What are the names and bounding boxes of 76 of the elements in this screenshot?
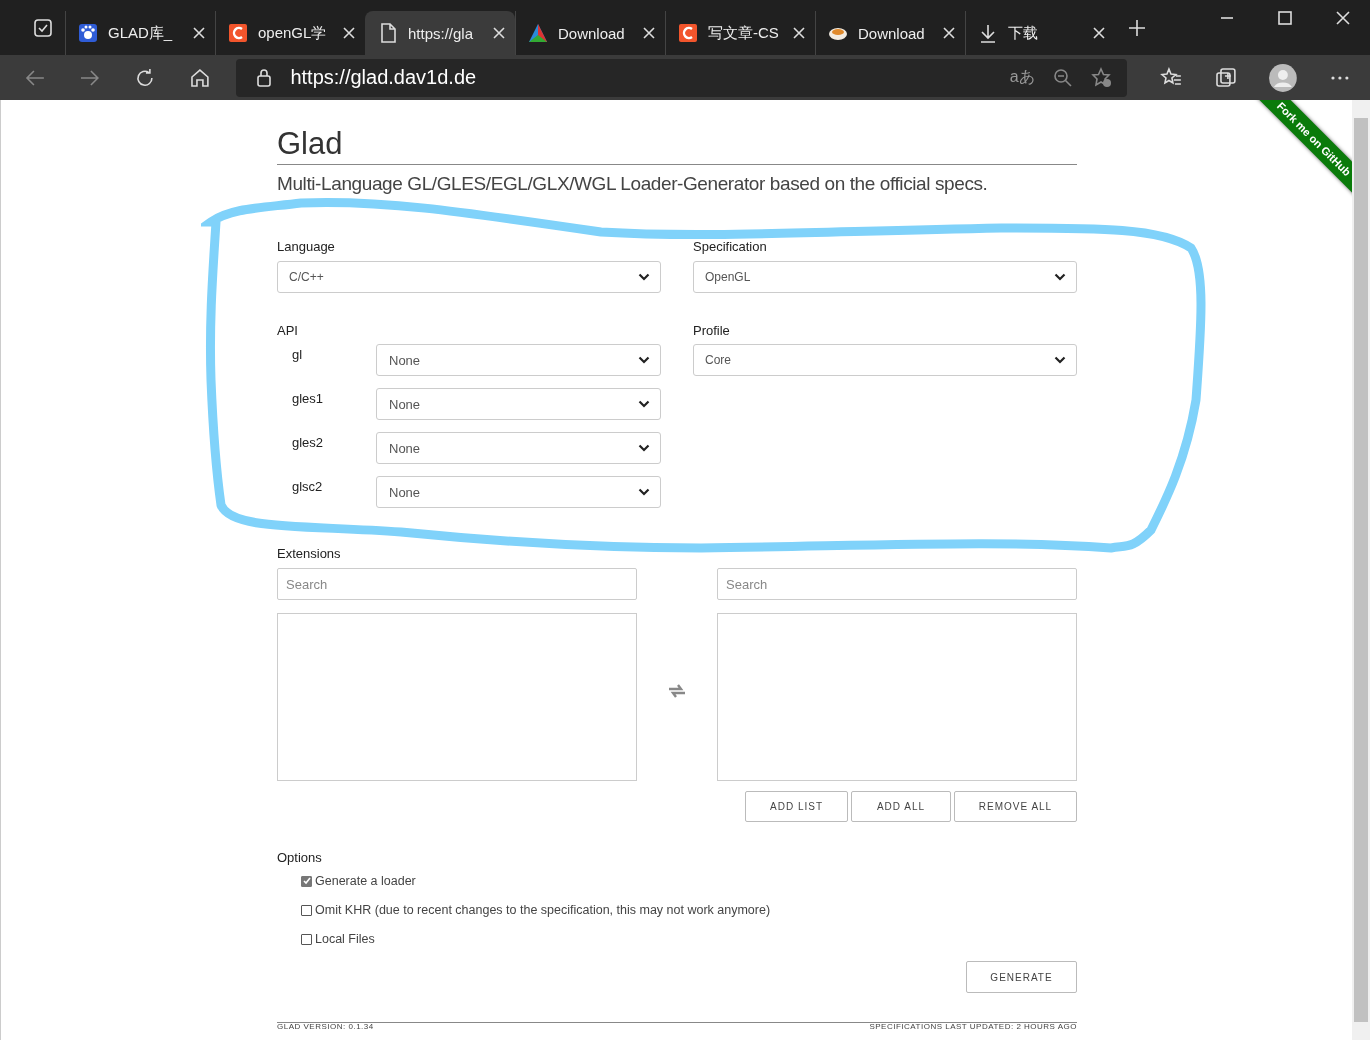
close-icon[interactable]	[1093, 27, 1105, 39]
chevron-icon	[638, 356, 650, 364]
checkbox[interactable]	[301, 933, 312, 945]
close-icon[interactable]	[643, 27, 655, 39]
translate-button[interactable]: aあ	[1009, 67, 1035, 88]
tab-actions-icon[interactable]	[33, 17, 53, 38]
scrollbar[interactable]	[1352, 100, 1370, 1040]
browser-tab[interactable]: https://gla	[365, 11, 515, 55]
add-favorite-icon[interactable]	[1090, 66, 1113, 89]
tab-title: 写文章-CS	[708, 23, 780, 43]
address-bar[interactable]: https://glad.dav1d.de aあ	[236, 58, 1127, 97]
field-label: Language	[277, 239, 336, 254]
api-label: gles2	[292, 435, 324, 450]
tab-title: Download	[858, 24, 926, 42]
close-icon[interactable]	[193, 27, 205, 39]
home-icon[interactable]	[188, 66, 211, 89]
search-field[interactable]: Search	[717, 568, 1077, 600]
dropdown[interactable]: None	[376, 344, 661, 376]
field-label: Extensions	[277, 546, 342, 561]
field-label: Options	[277, 850, 323, 865]
checkbox-label: Generate a loader	[315, 874, 416, 888]
close-icon[interactable]	[1336, 10, 1350, 25]
generate-button[interactable]: GENERATE	[966, 961, 1077, 993]
close-icon[interactable]	[793, 27, 805, 39]
chevron-icon	[638, 400, 650, 408]
triangle-icon	[528, 23, 548, 43]
chevron-icon	[638, 488, 650, 496]
field-label: Profile	[693, 323, 731, 338]
api-label: glsc2	[292, 479, 323, 494]
download-icon	[978, 23, 998, 43]
new-tab-icon[interactable]	[1127, 17, 1147, 38]
dropdown[interactable]: None	[376, 432, 661, 464]
collections-icon[interactable]	[1214, 66, 1237, 89]
close-icon[interactable]	[493, 27, 505, 39]
checkbox-label: Local Files	[315, 932, 375, 946]
chevron-icon	[638, 444, 650, 452]
field-label: Specification	[693, 239, 768, 254]
version-text: GLAD VERSION: 0.1.34	[277, 1023, 374, 1031]
swap-icon[interactable]	[667, 684, 687, 698]
chevron-icon	[638, 273, 650, 281]
lock-icon	[256, 68, 273, 87]
checkbox[interactable]	[301, 875, 312, 887]
search-field[interactable]: Search	[277, 568, 637, 600]
page-title: Glad	[277, 126, 1077, 165]
chevron-icon	[1054, 273, 1066, 281]
api-label: gles1	[292, 391, 324, 406]
tab-title: Download	[558, 24, 626, 42]
dropdown[interactable]: None	[376, 388, 661, 420]
c-logo-icon	[678, 23, 698, 43]
dropdown[interactable]: C/C++	[277, 261, 661, 293]
tab-title: https://gla	[408, 24, 475, 42]
maximize-icon[interactable]	[1278, 10, 1292, 25]
dropdown[interactable]: OpenGL	[693, 261, 1077, 293]
action-button[interactable]: ADD LIST	[745, 791, 848, 822]
tab-title: GLAD库_	[108, 23, 174, 43]
c-logo-icon	[228, 23, 248, 43]
tab-title: openGL学	[258, 23, 328, 43]
close-icon[interactable]	[943, 27, 955, 39]
tab-title: 下载	[1008, 23, 1039, 43]
action-button[interactable]: ADD ALL	[851, 791, 951, 822]
page-icon	[378, 23, 398, 43]
page-subtitle: Multi-Language GL/GLES/EGL/GLX/WGL Loader-Generator based on the official specs.	[277, 173, 989, 195]
checkbox-label: Omit KHR (due to recent changes to the specification, this may not work anymore)	[315, 903, 771, 917]
updated-text: SPECIFICATIONS LAST UPDATED: 2 HOURS AGO	[869, 1023, 1077, 1031]
action-button[interactable]: REMOVE ALL	[954, 791, 1077, 822]
dropdown[interactable]: None	[376, 476, 661, 508]
url-text: https://glad.dav1d.de	[290, 66, 477, 89]
paw-icon	[78, 23, 98, 43]
close-icon[interactable]	[343, 27, 355, 39]
avatar-icon[interactable]	[1269, 63, 1298, 92]
dropdown[interactable]: Core	[693, 344, 1077, 376]
zoom-out-icon[interactable]	[1052, 67, 1073, 88]
api-label: gl	[292, 347, 303, 362]
field-label: API	[277, 323, 299, 338]
chevron-icon	[1054, 356, 1066, 364]
checkbox[interactable]	[301, 904, 312, 916]
